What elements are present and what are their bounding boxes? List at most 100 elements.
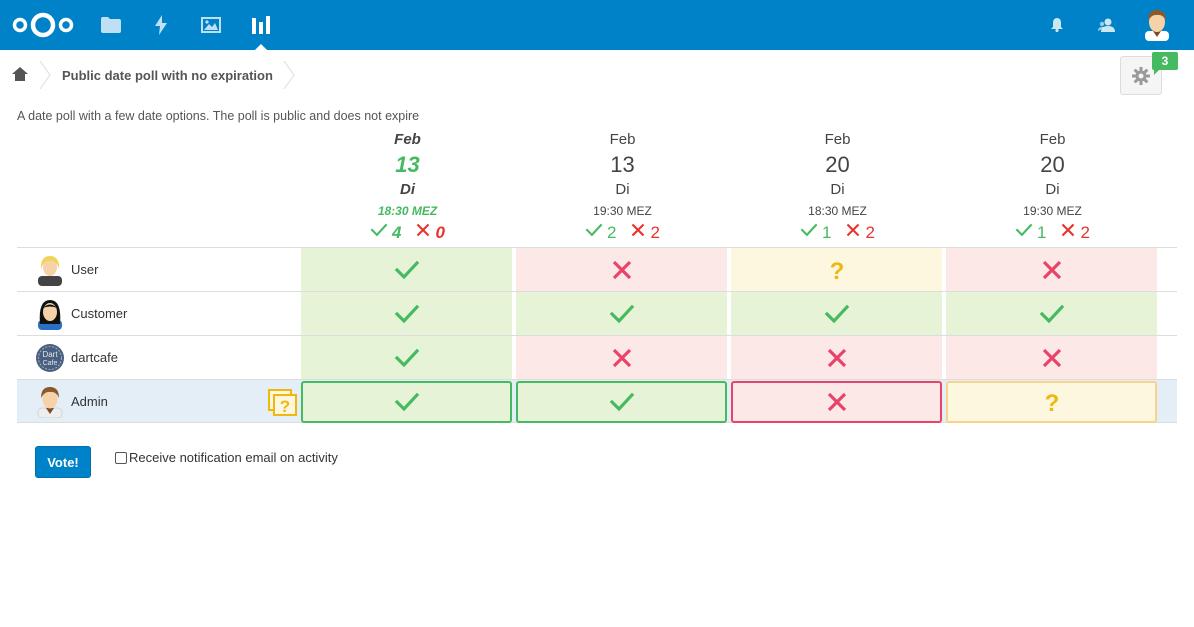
notification-label[interactable]: Receive notification email on activity (129, 450, 338, 465)
option-time: 19:30 MEZ (1023, 204, 1082, 218)
vote-cell (946, 292, 1157, 335)
date-option-header: Feb 20 Di 18:30 MEZ 1 2 (730, 130, 945, 244)
yes-count: 2 (607, 223, 617, 242)
vote-button[interactable]: Vote! (35, 446, 91, 478)
notification-checkbox[interactable] (115, 451, 127, 464)
vote-maybe-icon: ? (1039, 389, 1065, 415)
option-vote-counts: 4 0 (300, 222, 515, 244)
home-icon[interactable] (12, 66, 28, 82)
option-day: 13 (395, 152, 420, 177)
option-month: Feb (394, 131, 421, 148)
option-month: Feb (609, 131, 636, 148)
no-count: 2 (865, 223, 875, 242)
yes-count: 1 (1037, 223, 1047, 242)
nextcloud-logo[interactable] (12, 11, 74, 39)
vote-yes-icon (609, 389, 635, 415)
breadcrumb-poll-title[interactable]: Public date poll with no expiration (62, 68, 273, 83)
vote-no-icon (609, 345, 635, 371)
option-vote-counts: 2 2 (515, 222, 730, 244)
vote-cell (301, 336, 512, 379)
option-day: 20 (825, 152, 850, 177)
option-vote-counts: 1 2 (730, 222, 945, 244)
admin-user-avatar (35, 386, 65, 419)
toggle-all-votes-icon[interactable]: ? (268, 389, 298, 417)
vote-cell (516, 248, 727, 291)
vote-cell: ? (731, 248, 942, 291)
no-count: 2 (650, 223, 660, 242)
vote-cell (946, 336, 1157, 379)
option-vote-counts: 1 2 (945, 222, 1160, 244)
yes-count-icon (800, 221, 818, 245)
gallery-icon[interactable] (199, 13, 223, 37)
blonde-user-avatar (35, 254, 65, 286)
vote-toggle-cell[interactable] (731, 381, 942, 423)
polls-icon[interactable] (249, 13, 273, 51)
files-icon[interactable] (99, 13, 123, 37)
vote-yes-icon (394, 301, 420, 327)
vote-toggle-cell[interactable] (301, 381, 512, 423)
no-count-icon (414, 221, 432, 245)
vote-maybe-icon: ? (824, 257, 850, 283)
option-day: 13 (610, 152, 635, 177)
svg-text:Cafe: Cafe (43, 360, 58, 367)
date-option-header: Feb 13 Di 19:30 MEZ 2 2 (515, 130, 730, 244)
vote-yes-icon (1039, 301, 1065, 327)
no-count-icon (629, 221, 647, 245)
svg-text:Dart: Dart (42, 350, 58, 359)
yes-count: 1 (822, 223, 832, 242)
activity-icon[interactable] (149, 13, 173, 37)
comments-count-badge: 3 (1152, 52, 1178, 75)
vote-yes-icon (394, 389, 420, 415)
breadcrumb-separator (283, 61, 295, 89)
option-day: 20 (1040, 152, 1065, 177)
participant-name: dartcafe (71, 350, 118, 365)
vote-cell (946, 248, 1157, 291)
svg-text:?: ? (829, 258, 844, 283)
vote-toggle-cell[interactable]: ? (946, 381, 1157, 423)
option-weekday: Di (1045, 181, 1060, 198)
option-month: Feb (1039, 131, 1066, 148)
vote-cell (731, 336, 942, 379)
no-count-icon (844, 221, 862, 245)
vote-yes-icon (394, 345, 420, 371)
vote-no-icon (1039, 345, 1065, 371)
participant-name: User (71, 262, 99, 277)
option-month: Feb (824, 131, 851, 148)
user-avatar[interactable] (1143, 9, 1171, 41)
option-weekday: Di (615, 181, 630, 198)
no-count: 0 (435, 223, 445, 242)
vote-cell (301, 292, 512, 335)
vote-cell (516, 336, 727, 379)
breadcrumb-separator (39, 61, 51, 89)
current-user-vote-row: Admin ? ? (17, 379, 1177, 423)
vote-cell (516, 292, 727, 335)
vote-yes-icon (609, 301, 635, 327)
dartcafe-logo-avatar: Dart Cafe (35, 342, 65, 374)
contacts-icon[interactable] (1095, 13, 1119, 37)
option-time: 18:30 MEZ (808, 204, 867, 218)
notifications-icon[interactable] (1045, 13, 1069, 37)
svg-text:?: ? (1044, 390, 1059, 415)
option-weekday: Di (830, 181, 845, 198)
option-time: 19:30 MEZ (593, 204, 652, 218)
notification-option: Receive notification email on activity (115, 450, 338, 465)
svg-text:?: ? (280, 397, 290, 416)
option-time: 18:30 MEZ (377, 204, 438, 218)
vote-no-icon (1039, 257, 1065, 283)
participant-name: Customer (71, 306, 128, 321)
gear-icon (1132, 66, 1150, 85)
vote-toggle-cell[interactable] (516, 381, 727, 423)
top-header (0, 0, 1194, 51)
vote-cell (731, 292, 942, 335)
yes-count-icon (370, 221, 388, 245)
vote-yes-icon (394, 257, 420, 283)
vote-cell (301, 248, 512, 291)
vote-no-icon (824, 345, 850, 371)
yes-count-icon (585, 221, 603, 245)
no-count-icon (1059, 221, 1077, 245)
vote-yes-icon (824, 301, 850, 327)
poll-description: A date poll with a few date options. The… (17, 109, 420, 123)
date-option-header: Feb 20 Di 19:30 MEZ 1 2 (945, 130, 1160, 244)
no-count: 2 (1080, 223, 1090, 242)
participant-row: User ? (17, 247, 1177, 291)
